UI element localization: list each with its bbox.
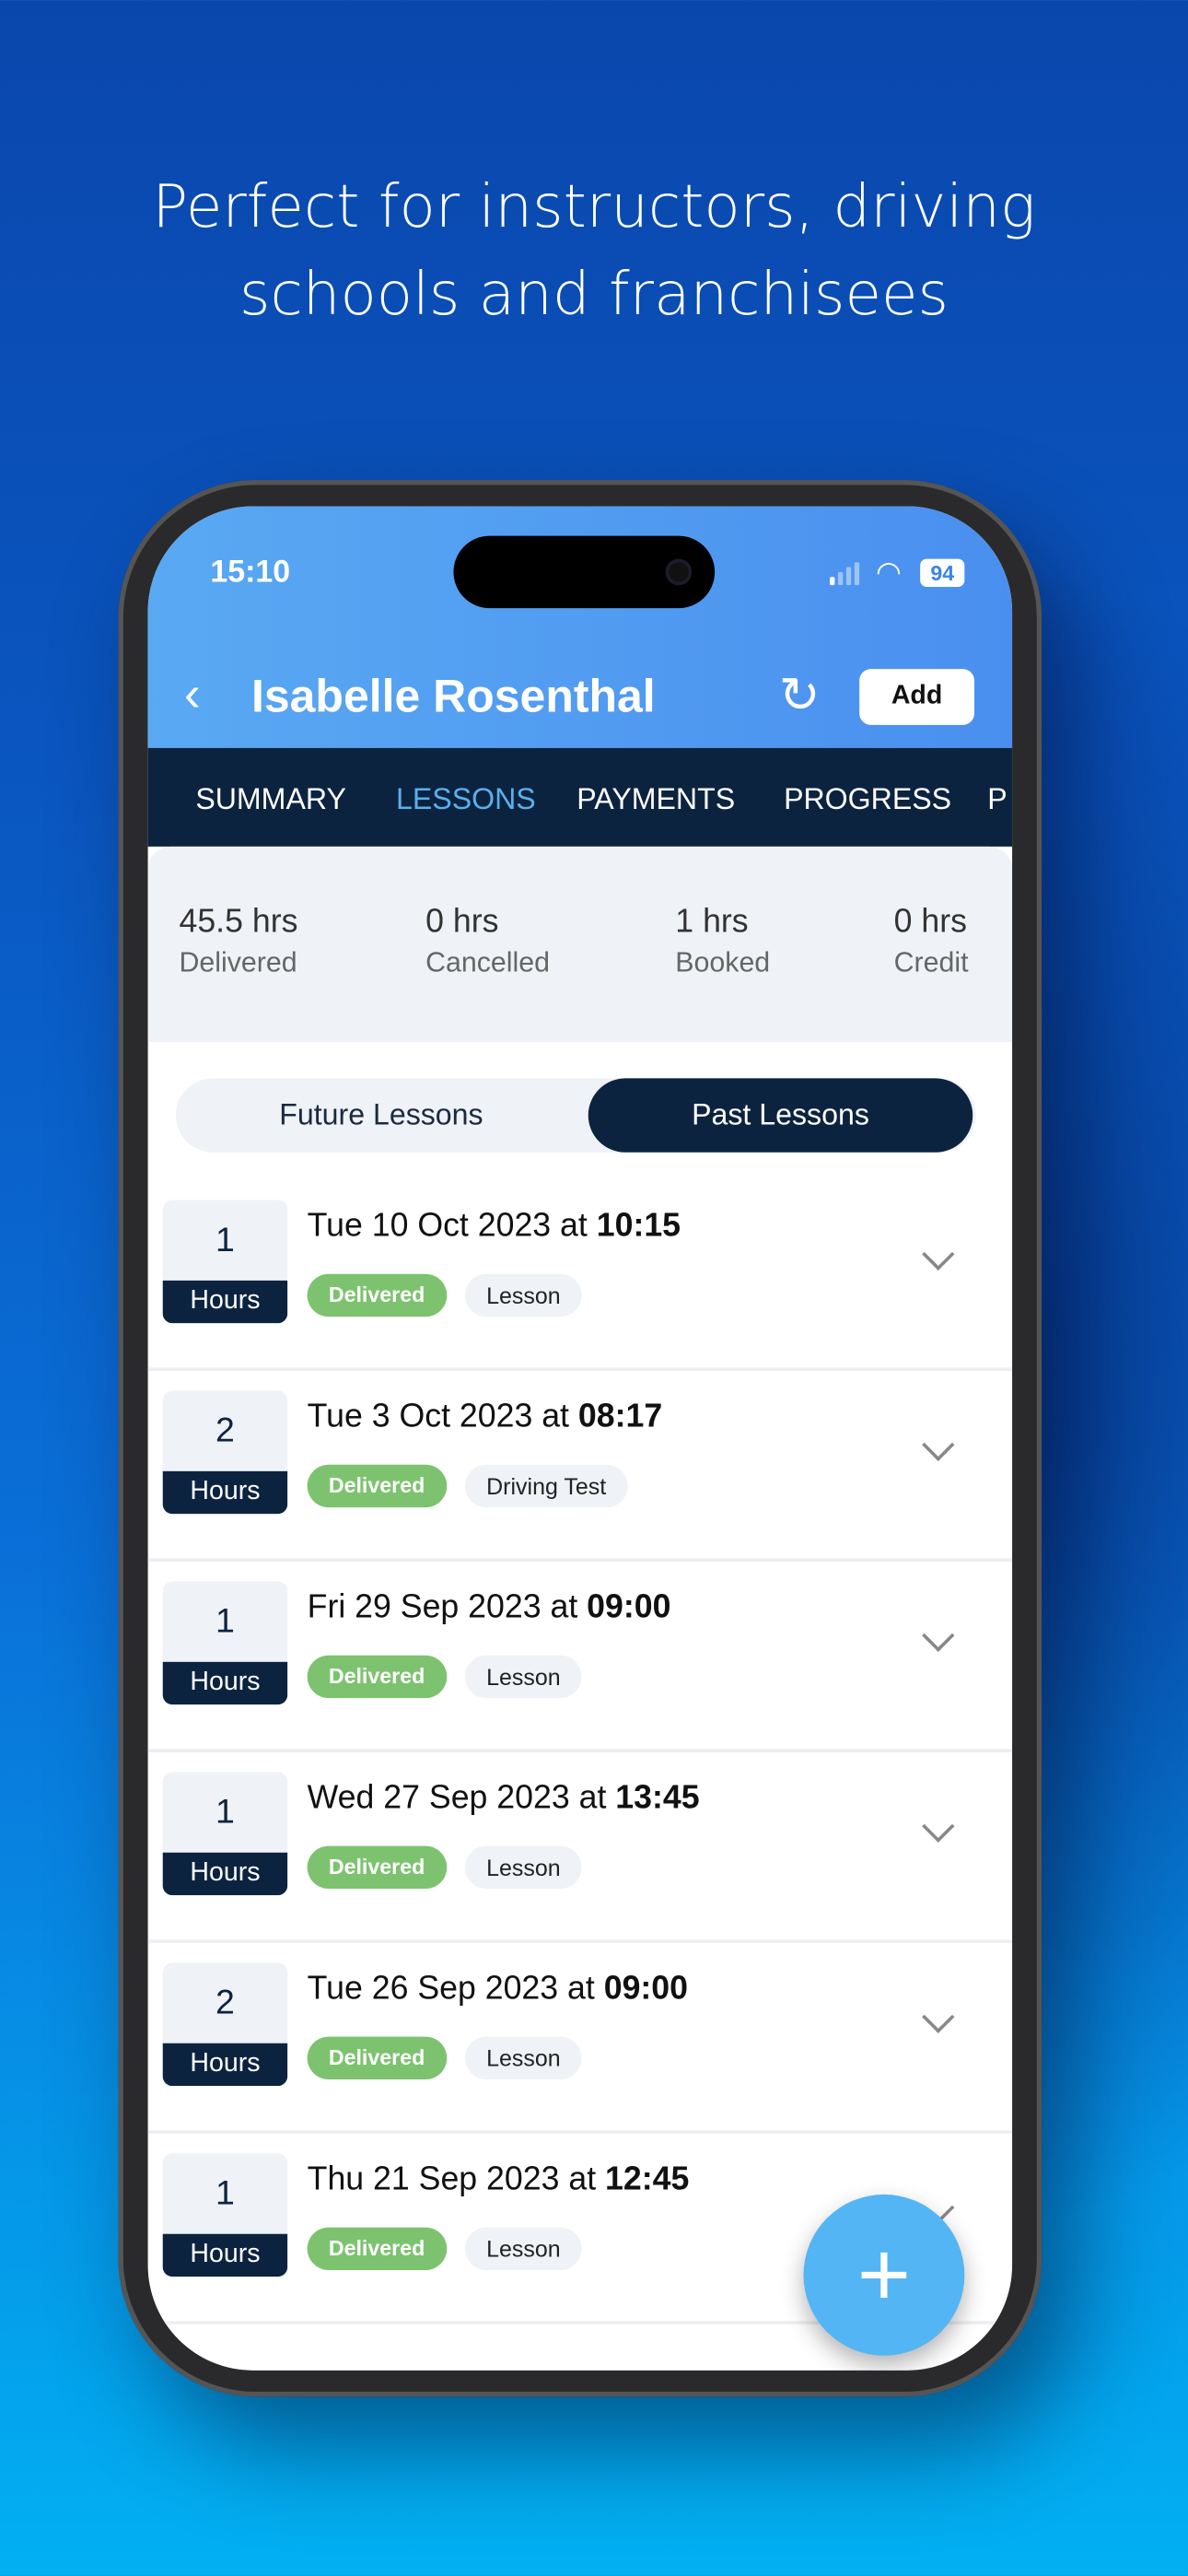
hours-box: 1 Hours [162, 1772, 288, 1896]
hours-unit: Hours [162, 2233, 288, 2277]
status-badge: Delivered [307, 1464, 447, 1508]
stat-delivered: 45.5 hrs Delivered [179, 904, 297, 979]
future-lessons-tab[interactable]: Future Lessons [176, 1078, 587, 1152]
wifi-icon: ◠ [875, 556, 903, 589]
stat-value: 0 hrs [425, 904, 499, 941]
tab-bar: SUMMARY LESSONS PAYMENTS PROGRESS P [147, 747, 1013, 847]
hours-value: 1 [215, 1602, 235, 1641]
stat-label: Credit [893, 946, 969, 978]
hours-value: 1 [215, 1221, 235, 1259]
lesson-datetime: Thu 21 Sep 2023 at 12:45 [308, 2161, 690, 2199]
hours-value: 1 [215, 2174, 235, 2213]
type-badge: Driving Test [464, 1464, 628, 1508]
lesson-time: 09:00 [587, 1589, 671, 1626]
chevron-left-icon[interactable]: ‹ [184, 670, 201, 720]
lesson-row[interactable]: 1 Hours Tue 10 Oct 2023 at 10:15 Deliver… [147, 1180, 1013, 1372]
dynamic-island [453, 535, 716, 609]
hours-unit: Hours [162, 1280, 288, 1324]
add-button[interactable]: Add [859, 669, 975, 725]
lesson-date: Fri 29 Sep 2023 at [307, 1589, 578, 1626]
hours-unit: Hours [162, 1852, 288, 1896]
status-badge: Delivered [307, 1845, 447, 1890]
page-title: Isabelle Rosenthal [250, 670, 656, 722]
tab-summary[interactable]: SUMMARY [195, 782, 346, 816]
stat-label: Delivered [179, 946, 297, 978]
lesson-date: Tue 26 Sep 2023 at [307, 1971, 595, 2008]
stat-label: Cancelled [425, 946, 551, 978]
lesson-time: 10:15 [596, 1208, 681, 1245]
stat-label: Booked [675, 946, 771, 978]
lesson-datetime: Tue 3 Oct 2023 at 08:17 [308, 1399, 663, 1436]
hours-box: 1 Hours [162, 2153, 288, 2277]
tab-lessons[interactable]: LESSONS [396, 782, 536, 816]
headline-line-1: Perfect for instructors, driving [152, 174, 1036, 242]
camera-icon [665, 558, 693, 586]
refresh-icon[interactable]: ↻ [779, 670, 821, 723]
status-badge: Delivered [307, 2227, 447, 2270]
chevron-down-icon[interactable] [922, 1809, 955, 1843]
headline-line-2: schools and franchisees [239, 261, 949, 329]
stat-value: 45.5 hrs [179, 904, 298, 941]
hours-unit: Hours [162, 1661, 288, 1705]
lesson-time: 09:00 [603, 1971, 688, 2008]
type-badge: Lesson [464, 1273, 582, 1317]
tab-more[interactable]: P [987, 782, 1007, 816]
stat-value: 0 hrs [893, 904, 967, 941]
lesson-row[interactable]: 2 Hours Tue 3 Oct 2023 at 08:17 Delivere… [147, 1371, 1013, 1562]
past-lessons-tab[interactable]: Past Lessons [588, 1078, 973, 1153]
status-time: 15:10 [210, 556, 291, 591]
lesson-row[interactable]: 1 Hours Wed 27 Sep 2023 at 13:45 Deliver… [147, 1752, 1013, 1943]
hours-value: 1 [215, 1793, 235, 1832]
lesson-row[interactable]: 1 Hours Fri 29 Sep 2023 at 09:00 Deliver… [147, 1562, 1013, 1752]
stat-booked: 1 hrs Booked [675, 904, 770, 979]
summary-card: 45.5 hrs Delivered 0 hrs Cancelled 1 hrs Bo… [147, 846, 1013, 1043]
lesson-date: Tue 10 Oct 2023 at [307, 1208, 588, 1245]
lesson-date: Wed 27 Sep 2023 at [307, 1780, 607, 1817]
lesson-datetime: Tue 26 Sep 2023 at 09:00 [308, 1971, 688, 2008]
chevron-down-icon[interactable] [922, 1428, 955, 1461]
lesson-time: 08:17 [577, 1399, 663, 1435]
app-header: 15:10 ◠ 94 ‹ Isabelle Rosenthal ↻ Add [147, 506, 1013, 748]
status-badge: Delivered [307, 1655, 447, 1699]
type-badge: Lesson [464, 1655, 582, 1699]
lesson-datetime: Tue 10 Oct 2023 at 10:15 [308, 1208, 681, 1246]
hours-box: 2 Hours [162, 1390, 288, 1515]
stat-value: 1 hrs [675, 904, 749, 941]
hours-box: 2 Hours [162, 1962, 288, 2087]
stat-cancelled: 0 hrs Cancelled [425, 904, 550, 979]
lesson-time: 13:45 [615, 1780, 700, 1817]
headline: Perfect for instructors, driving schools… [0, 164, 1188, 338]
chevron-down-icon[interactable] [922, 2000, 955, 2033]
chevron-down-icon[interactable] [922, 1619, 955, 1652]
lessons-segmented-control: Future Lessons Past Lessons [175, 1078, 976, 1153]
add-lesson-fab[interactable]: + [803, 2194, 965, 2356]
hours-box: 1 Hours [162, 1581, 288, 1705]
status-badge: Delivered [307, 2036, 447, 2080]
lesson-datetime: Fri 29 Sep 2023 at 09:00 [308, 1589, 671, 1627]
lesson-time: 12:45 [605, 2161, 690, 2198]
hours-value: 2 [215, 1411, 235, 1450]
phone-screen: 15:10 ◠ 94 ‹ Isabelle Rosenthal ↻ Add SU… [147, 506, 1013, 2371]
stat-credit: 0 hrs Credit [894, 904, 969, 979]
hours-value: 2 [215, 1984, 235, 2022]
battery-icon: 94 [920, 558, 965, 587]
hours-unit: Hours [162, 1470, 288, 1515]
tab-payments[interactable]: PAYMENTS [577, 782, 735, 816]
lesson-row[interactable]: 2 Hours Tue 26 Sep 2023 at 09:00 Deliver… [147, 1943, 1013, 2134]
status-badge: Delivered [307, 1273, 447, 1317]
tab-progress[interactable]: PROGRESS [784, 782, 951, 816]
lesson-date: Thu 21 Sep 2023 at [307, 2161, 597, 2198]
type-badge: Lesson [464, 2036, 582, 2080]
hours-unit: Hours [162, 2043, 288, 2087]
chevron-down-icon[interactable] [922, 1237, 955, 1271]
lesson-datetime: Wed 27 Sep 2023 at 13:45 [308, 1780, 700, 1818]
plus-icon: + [856, 2222, 912, 2326]
type-badge: Lesson [464, 2227, 582, 2270]
type-badge: Lesson [464, 1845, 582, 1890]
hours-box: 1 Hours [162, 1200, 288, 1324]
lesson-date: Tue 3 Oct 2023 at [307, 1399, 569, 1435]
signal-icon [830, 562, 860, 586]
